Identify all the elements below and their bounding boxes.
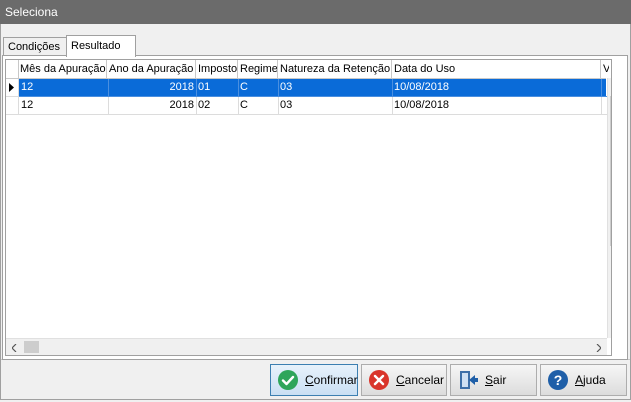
help-icon: ?: [548, 370, 568, 390]
column-header-v[interactable]: V: [601, 60, 609, 78]
cancel-button-label: Cancelar: [396, 373, 445, 387]
column-header-mes-apuracao[interactable]: Mês da Apuração: [18, 60, 107, 78]
table-row[interactable]: 12 2018 02 C 03 10/08/2018: [6, 97, 609, 115]
table-row[interactable]: 12 2018 01 C 03 10/08/2018: [6, 79, 609, 97]
vertical-scroll-thumb[interactable]: [610, 96, 611, 246]
scroll-right-icon[interactable]: [590, 339, 607, 355]
row-pointer-icon: [9, 83, 14, 92]
cell-regime[interactable]: C: [238, 97, 279, 115]
cell-mes-apuracao[interactable]: 12: [19, 79, 109, 97]
tab-resultado-label: Resultado: [71, 40, 121, 52]
scroll-left-icon[interactable]: [6, 339, 23, 355]
check-icon: [278, 370, 298, 390]
grid-header: Mês da Apuração Ano da Apuração Imposto …: [6, 60, 609, 79]
help-button[interactable]: ? Ajuda: [540, 364, 627, 396]
cell-imposto[interactable]: 01: [196, 79, 239, 97]
cancel-button[interactable]: Cancelar: [361, 364, 447, 396]
cell-ano-apuracao[interactable]: 2018: [107, 79, 197, 97]
cell-data-uso[interactable]: 10/08/2018: [392, 97, 602, 115]
confirm-button-label: Confirmar: [305, 373, 358, 387]
title-bar: Seleciona: [0, 0, 631, 24]
column-header-imposto[interactable]: Imposto: [196, 60, 238, 78]
horizontal-scrollbar[interactable]: [6, 338, 607, 355]
horizontal-scroll-thumb[interactable]: [24, 341, 39, 353]
cancel-x-icon: [369, 370, 389, 390]
confirm-button[interactable]: Confirmar: [270, 364, 358, 396]
help-button-label: Ajuda: [575, 373, 606, 387]
vertical-scrollbar[interactable]: [607, 78, 611, 338]
panel-scroll-strip: [610, 59, 625, 354]
cell-regime[interactable]: C: [238, 79, 279, 97]
svg-text:?: ?: [554, 372, 563, 388]
column-header-regime[interactable]: Regime: [238, 60, 278, 78]
exit-button[interactable]: Sair: [450, 364, 537, 396]
tab-resultado[interactable]: Resultado: [66, 35, 136, 57]
scroll-down-icon[interactable]: [608, 320, 611, 337]
results-grid[interactable]: Mês da Apuração Ano da Apuração Imposto …: [5, 59, 612, 356]
exit-button-label: Sair: [485, 373, 507, 387]
cell-ano-apuracao[interactable]: 2018: [107, 97, 197, 115]
column-header-data-uso[interactable]: Data do Uso: [392, 60, 601, 78]
window-title: Seleciona: [5, 5, 58, 19]
tab-condicoes[interactable]: Condições: [3, 37, 71, 56]
column-header-ano-apuracao[interactable]: Ano da Apuração: [107, 60, 196, 78]
cell-data-uso[interactable]: 10/08/2018: [392, 79, 602, 97]
row-indicator: [6, 97, 19, 115]
current-row-indicator: [6, 79, 19, 97]
column-header-natureza-retencao[interactable]: Natureza da Retenção: [278, 60, 392, 78]
cell-imposto[interactable]: 02: [196, 97, 239, 115]
tab-condicoes-label: Condições: [8, 41, 60, 53]
cell-mes-apuracao[interactable]: 12: [19, 97, 109, 115]
cell-natureza-retencao[interactable]: 03: [278, 97, 393, 115]
exit-door-icon: [460, 371, 478, 389]
cell-natureza-retencao[interactable]: 03: [278, 79, 393, 97]
